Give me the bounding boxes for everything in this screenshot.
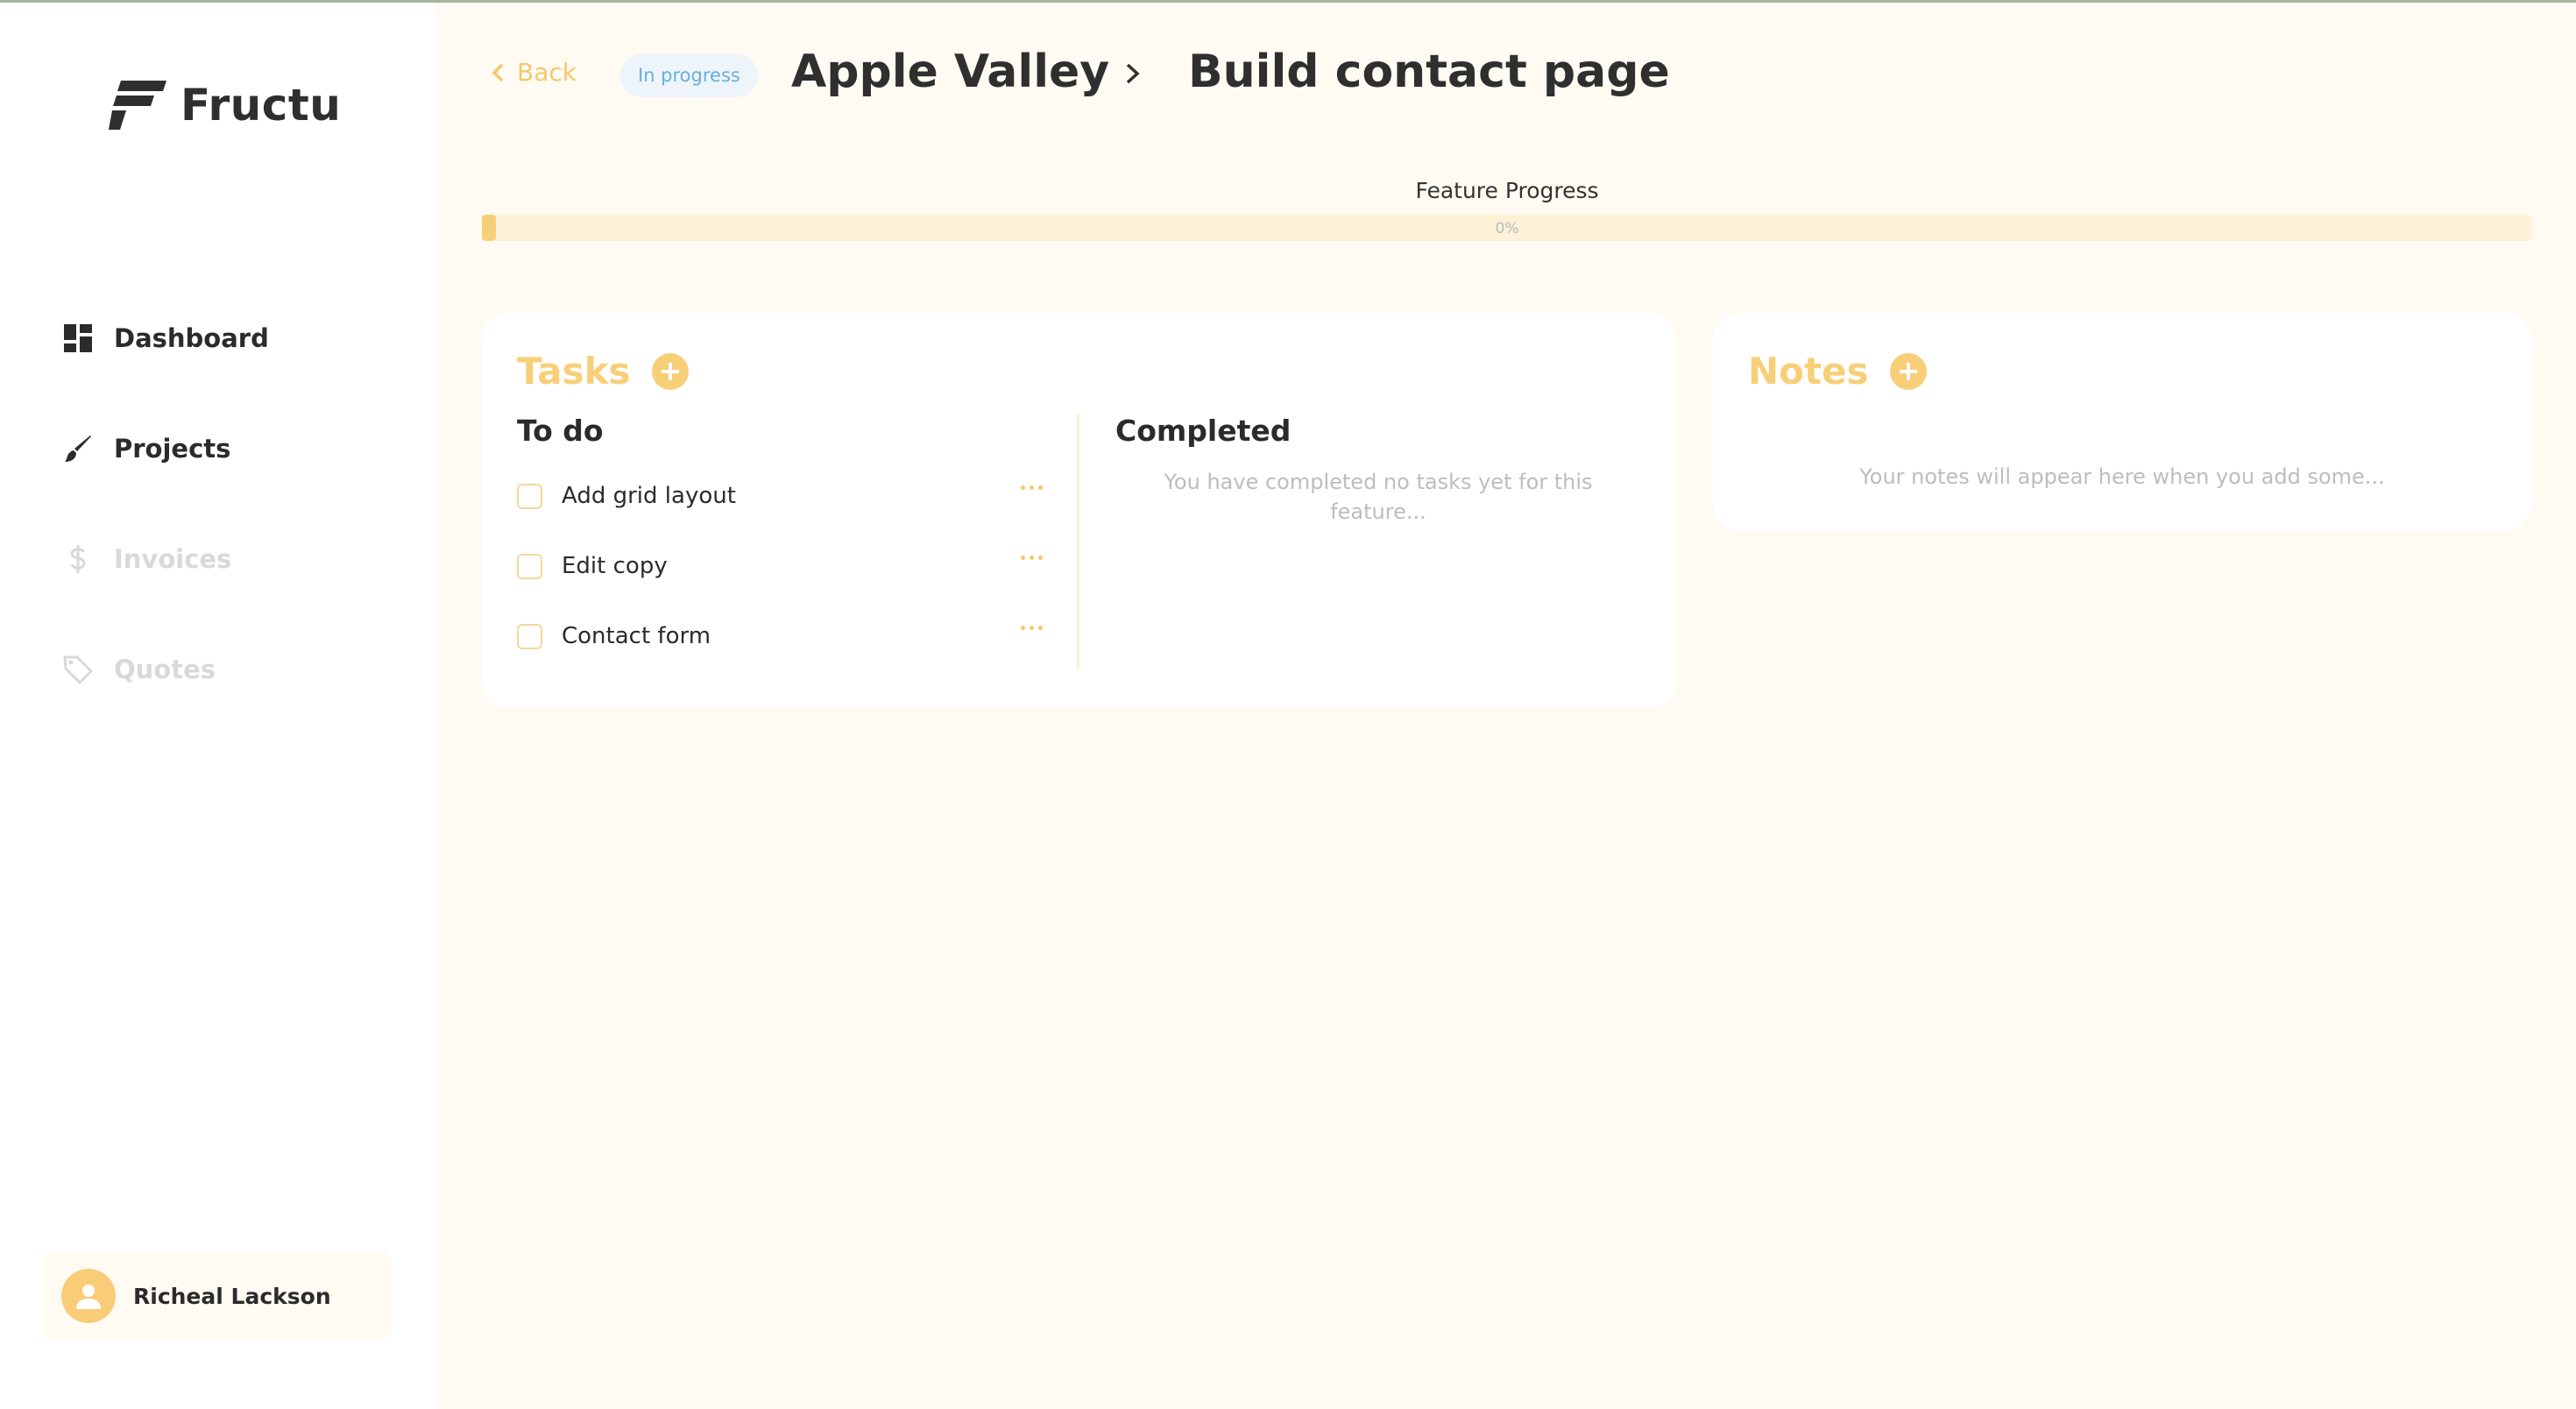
page-title: Build contact page bbox=[1188, 46, 1670, 98]
more-options-icon[interactable] bbox=[1021, 485, 1043, 490]
sidebar-item-label: Projects bbox=[114, 434, 231, 464]
task-label: Add grid layout bbox=[562, 483, 736, 509]
tasks-title: Tasks bbox=[517, 350, 631, 393]
sidebar-item-dashboard[interactable]: Dashboard bbox=[63, 312, 269, 365]
sidebar-item-label: Quotes bbox=[114, 655, 216, 684]
fructu-logo-icon bbox=[109, 81, 166, 130]
sidebar-item-label: Invoices bbox=[114, 544, 232, 574]
dashboard-icon bbox=[63, 323, 93, 353]
task-checkbox[interactable] bbox=[517, 483, 542, 509]
breadcrumb-project[interactable]: Apple Valley bbox=[791, 46, 1109, 98]
list-item: Add grid layout bbox=[517, 478, 1043, 513]
task-checkbox[interactable] bbox=[517, 553, 542, 579]
user-name: Richeal Lackson bbox=[133, 1283, 331, 1309]
user-profile-card[interactable]: Richeal Lackson bbox=[44, 1251, 393, 1341]
tag-icon bbox=[63, 655, 93, 684]
brush-icon bbox=[63, 434, 93, 464]
tasks-card: Tasks To do Add grid layout Edit copy Co… bbox=[482, 313, 1676, 707]
back-label: Back bbox=[517, 58, 577, 87]
add-task-icon[interactable] bbox=[651, 352, 689, 390]
sidebar-item-quotes[interactable]: Quotes bbox=[63, 643, 216, 696]
completed-heading: Completed bbox=[1115, 414, 1292, 448]
sidebar-item-projects[interactable]: Projects bbox=[63, 422, 230, 475]
sidebar: Fructu Dashboard Projects Invoices Quote… bbox=[0, 3, 435, 1409]
tasks-title-row: Tasks bbox=[517, 350, 689, 393]
back-button[interactable]: Back bbox=[491, 58, 577, 87]
chevron-left-icon bbox=[492, 63, 504, 81]
notes-empty-message: Your notes will appear here when you add… bbox=[1859, 464, 2385, 489]
app-logo[interactable]: Fructu bbox=[109, 80, 341, 131]
dollar-icon bbox=[63, 544, 93, 574]
sidebar-item-label: Dashboard bbox=[114, 323, 269, 353]
chevron-right-icon bbox=[1126, 63, 1140, 84]
task-checkbox[interactable] bbox=[517, 623, 542, 649]
add-note-icon[interactable] bbox=[1889, 352, 1927, 390]
list-item: Contact form bbox=[517, 619, 1043, 654]
progress-title: Feature Progress bbox=[1415, 178, 1599, 203]
task-label: Contact form bbox=[562, 623, 711, 649]
notes-title: Notes bbox=[1748, 350, 1869, 393]
status-badge: In progress bbox=[620, 53, 758, 97]
list-item: Edit copy bbox=[517, 549, 1043, 584]
app-name: Fructu bbox=[180, 80, 342, 131]
user-icon bbox=[61, 1269, 116, 1323]
more-options-icon[interactable] bbox=[1021, 626, 1043, 630]
task-label: Edit copy bbox=[562, 553, 668, 579]
sidebar-item-invoices[interactable]: Invoices bbox=[63, 533, 231, 585]
notes-card: Notes Your notes will appear here when y… bbox=[1713, 313, 2531, 530]
todo-heading: To do bbox=[517, 414, 604, 448]
completed-empty-message: You have completed no tasks yet for this… bbox=[1164, 470, 1593, 524]
column-divider bbox=[1077, 414, 1079, 669]
more-options-icon[interactable] bbox=[1021, 556, 1043, 560]
progress-bar: 0% bbox=[482, 215, 2532, 241]
progress-label: 0% bbox=[1495, 220, 1519, 237]
notes-title-row: Notes bbox=[1748, 350, 1927, 393]
